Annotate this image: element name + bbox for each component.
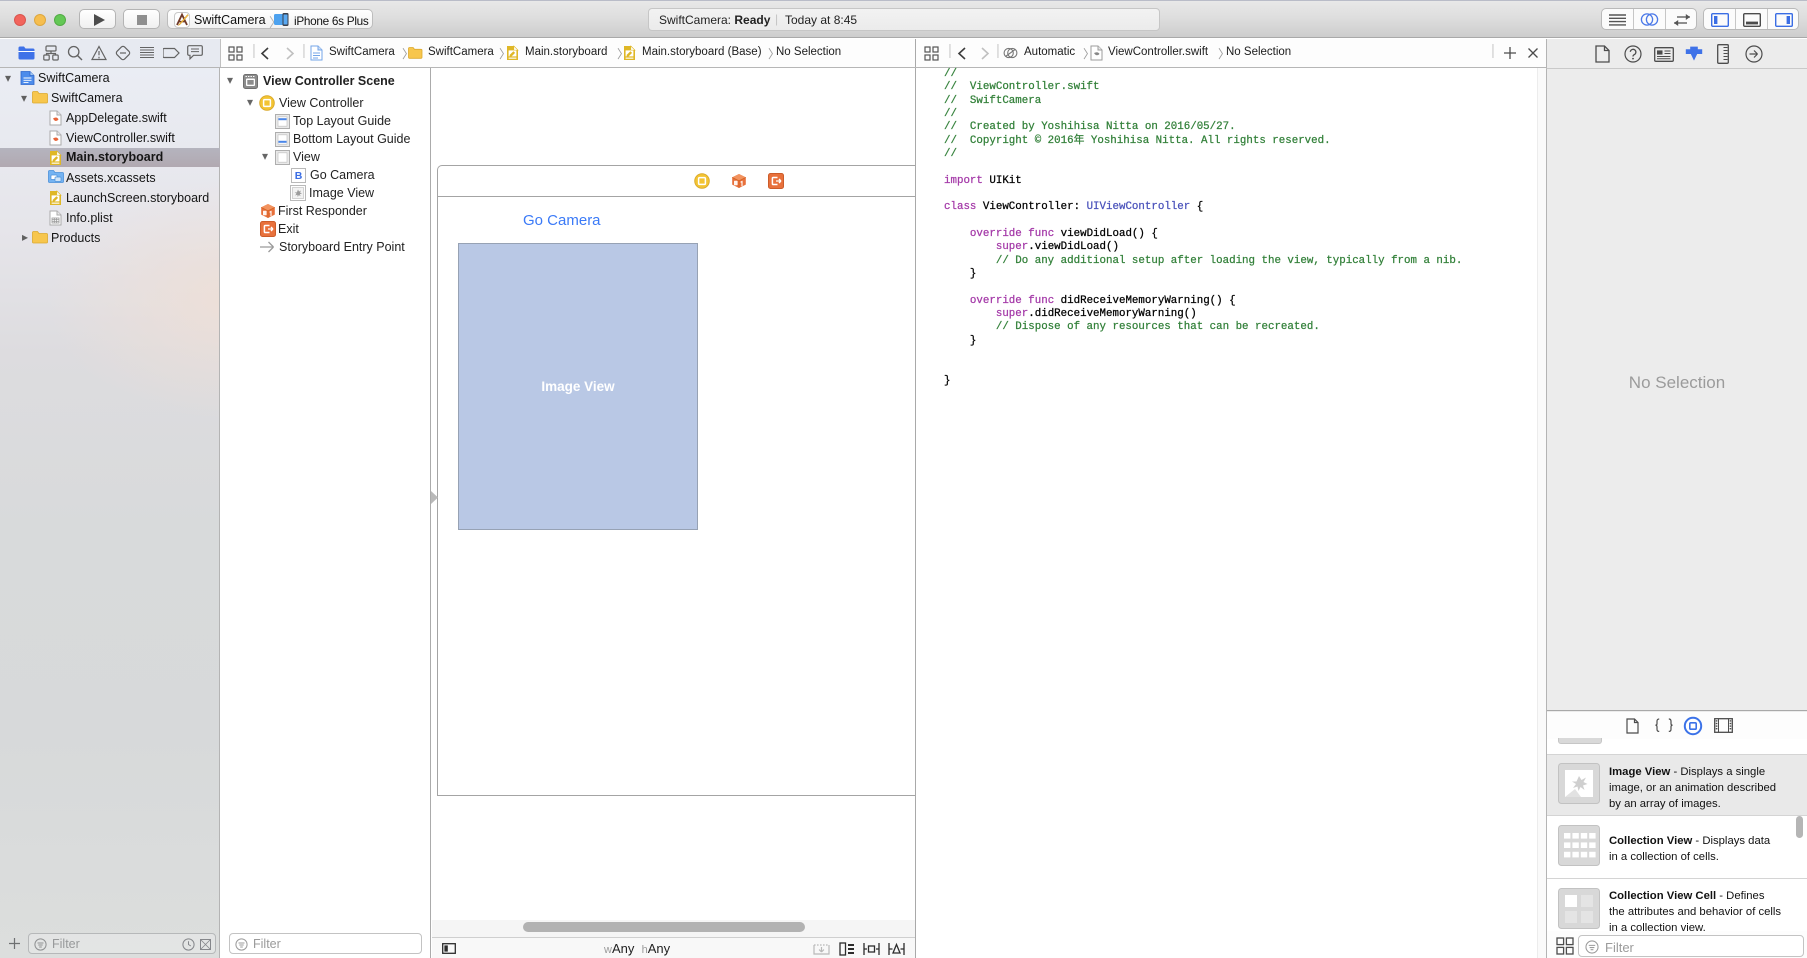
svg-text:B: B	[295, 170, 303, 182]
